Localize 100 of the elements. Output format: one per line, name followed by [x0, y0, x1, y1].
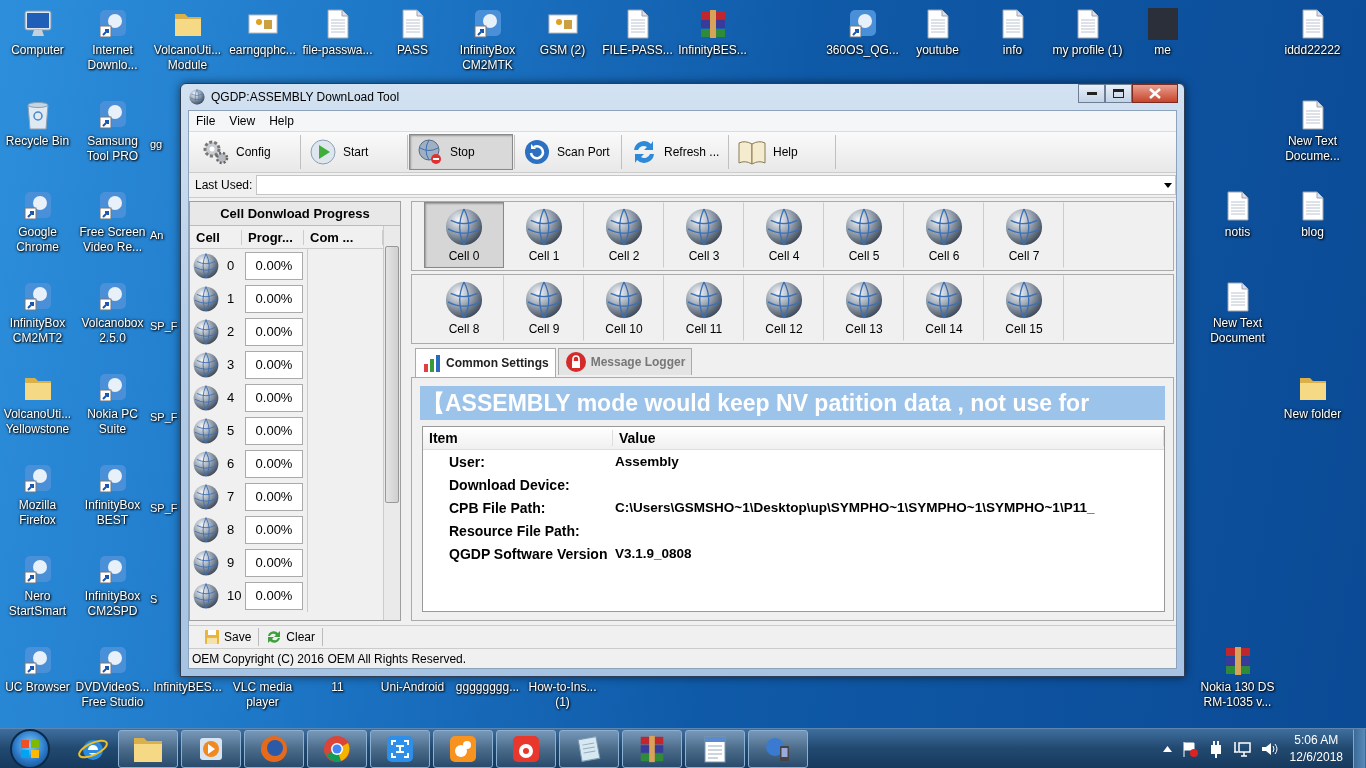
tab[interactable]: Common Settings	[415, 348, 556, 377]
cell-button[interactable]: Cell 10	[584, 275, 664, 341]
taskbar-button[interactable]	[559, 729, 619, 768]
cell-button[interactable]: Cell 14	[904, 275, 984, 341]
cell-button[interactable]: Cell 9	[504, 275, 584, 341]
app-icon[interactable]	[21, 554, 54, 586]
lock-icon	[564, 351, 587, 373]
app-icon[interactable]	[96, 372, 129, 404]
show-hidden-icons-button[interactable]	[1161, 744, 1173, 753]
window-title: QGDP:ASSEMBLY DownLoad Tool	[211, 90, 401, 104]
minimize-button[interactable]	[1078, 84, 1105, 103]
cell-number: 2	[226, 324, 236, 339]
cell-button[interactable]: Cell 13	[824, 275, 904, 341]
menu-item[interactable]: Help	[264, 112, 299, 130]
clock-date[interactable]: 12/6/2018	[1289, 748, 1343, 766]
progress-value: 0.00%	[245, 449, 303, 478]
taskbar-button[interactable]	[748, 729, 808, 768]
toolbar-button[interactable]: Config	[195, 134, 299, 170]
app-icon[interactable]	[21, 281, 54, 313]
globe-icon	[925, 280, 963, 319]
toolbar-button[interactable]: Stop	[409, 134, 513, 170]
icon-label: Nero StartSmart	[7, 589, 68, 619]
recycle-arrows-icon	[266, 629, 283, 645]
globe-icon	[605, 207, 643, 246]
app-icon[interactable]	[471, 8, 504, 40]
app-icon[interactable]	[96, 99, 129, 131]
toolbar-button[interactable]: Refresh ...	[623, 134, 727, 170]
taskbar-button[interactable]	[433, 729, 493, 768]
icon-label: PASS	[396, 43, 429, 58]
globe-icon	[189, 89, 205, 105]
app-icon[interactable]	[21, 190, 54, 222]
icon-label: info	[1002, 43, 1023, 58]
start-button[interactable]	[10, 728, 50, 768]
app-icon[interactable]	[96, 554, 129, 586]
menu-item[interactable]: File	[191, 112, 221, 130]
taskbar-button[interactable]	[118, 729, 178, 768]
toolbar-button[interactable]: Start	[302, 134, 406, 170]
icon-label: my profile (1)	[1052, 43, 1123, 58]
screen-capture-icon	[385, 733, 415, 764]
cell-button[interactable]: Cell 8	[424, 275, 504, 341]
app-icon	[511, 733, 541, 764]
setting-name: Download Device:	[449, 476, 571, 493]
taskbar-button[interactable]	[685, 729, 745, 768]
cell-button[interactable]: Cell 6	[904, 202, 984, 268]
tab[interactable]: Message Logger	[557, 348, 693, 375]
menu-item[interactable]: View	[224, 112, 261, 130]
setting-name: Resource File Path:	[449, 522, 581, 539]
globe-icon	[605, 280, 643, 319]
cell-button[interactable]: Cell 2	[584, 202, 664, 268]
progress-value: 0.00%	[245, 383, 303, 412]
app-icon[interactable]	[96, 281, 129, 313]
browser-icon	[259, 733, 289, 764]
icon-label: file-passwa...	[302, 43, 373, 58]
globe-icon	[525, 280, 563, 319]
browser-icon	[322, 733, 352, 764]
bar-chart-icon	[422, 353, 442, 373]
cell-button[interactable]: Cell 15	[984, 275, 1064, 341]
setting-name: CPB File Path:	[449, 499, 547, 516]
scrollbar[interactable]	[383, 226, 400, 620]
cell-button[interactable]: Cell 4	[744, 202, 824, 268]
app-icon[interactable]	[21, 463, 54, 495]
maximize-icon	[1113, 89, 1124, 98]
cell-number: 5	[226, 423, 236, 438]
maximize-button[interactable]	[1105, 84, 1132, 103]
toolbar-button[interactable]: Clear	[259, 627, 323, 647]
setting-name: QGDP Software Version	[449, 545, 609, 562]
column-header: Item	[423, 430, 613, 446]
clock-time[interactable]: 5:06 AM	[1294, 731, 1339, 749]
toolbar-button[interactable]: Help	[730, 134, 834, 170]
app-icon[interactable]	[96, 645, 129, 677]
app-icon[interactable]	[846, 8, 879, 40]
taskbar-button[interactable]	[181, 729, 241, 768]
cell-button[interactable]: Cell 1	[504, 202, 584, 268]
toolbar-button[interactable]: Save	[197, 627, 259, 647]
app-icon[interactable]	[96, 8, 129, 40]
taskbar-button[interactable]	[370, 729, 430, 768]
app-icon[interactable]	[96, 190, 129, 222]
cell-button[interactable]: Cell 12	[744, 275, 824, 341]
toolbar-button[interactable]: Scan Port	[516, 134, 620, 170]
taskbar-button[interactable]	[307, 729, 367, 768]
taskbar-button[interactable]	[496, 729, 556, 768]
cell-button[interactable]: Cell 3	[664, 202, 744, 268]
icon-label: Free Screen Video Re...	[78, 225, 147, 255]
taskbar-button[interactable]	[244, 729, 304, 768]
icon-label: New Text Docume...	[1284, 134, 1341, 164]
cell-button[interactable]: Cell 5	[824, 202, 904, 268]
app-icon[interactable]	[21, 645, 54, 677]
icon-label: InfinityBox BEST	[83, 498, 142, 528]
close-button[interactable]	[1132, 84, 1178, 103]
taskbar-button[interactable]	[622, 729, 682, 768]
app-icon[interactable]	[96, 463, 129, 495]
icon-label: VLC media player	[231, 680, 294, 710]
cell-number: 6	[226, 456, 236, 471]
icon-label: Recycle Bin	[5, 134, 70, 149]
cell-button[interactable]: Cell 7	[984, 202, 1064, 268]
icon-label: InfinityBox CM2MT2	[8, 316, 67, 346]
cell-button[interactable]: Cell 0	[424, 202, 504, 268]
icon-label: youtube	[916, 43, 959, 58]
icon-label: Volcanobox 2.5.0	[80, 316, 145, 346]
cell-button[interactable]: Cell 11	[664, 275, 744, 341]
